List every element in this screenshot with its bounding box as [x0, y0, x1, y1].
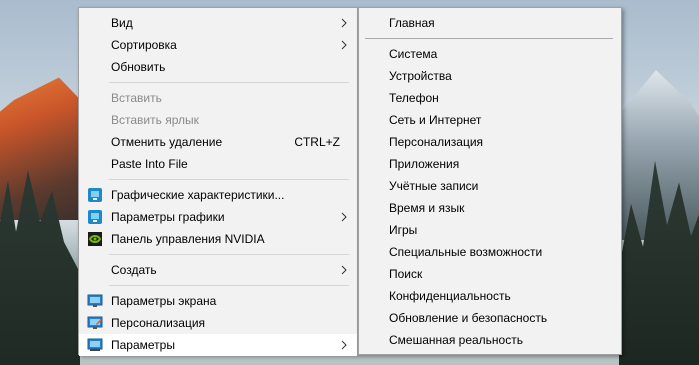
submenu-item-apps[interactable]: Приложения — [359, 153, 621, 175]
menu-item-label: Графические характеристики... — [111, 188, 285, 202]
menu-item-label: Сортировка — [111, 38, 177, 52]
submenu-item-search[interactable]: Поиск — [359, 263, 621, 285]
shortcut-hint: CTRL+Z — [294, 135, 340, 149]
menu-item-label: Параметры экрана — [111, 294, 217, 308]
submenu-item-devices[interactable]: Устройства — [359, 65, 621, 87]
menu-item-display-settings[interactable]: Параметры экрана — [79, 290, 357, 312]
personalization-icon — [87, 316, 103, 329]
submenu-item-network[interactable]: Сеть и Интернет — [359, 109, 621, 131]
chevron-right-icon — [341, 18, 347, 28]
menu-item-label: Параметры — [111, 338, 175, 352]
submenu-item-update-security[interactable]: Обновление и безопасность — [359, 307, 621, 329]
menu-item-label: Параметры графики — [111, 210, 225, 224]
menu-item-undo-delete[interactable]: Отменить удаление CTRL+Z — [79, 131, 357, 153]
menu-item-new[interactable]: Создать — [79, 259, 357, 281]
submenu-item-mixed-reality[interactable]: Смешанная реальность — [359, 329, 621, 351]
menu-item-refresh[interactable]: Обновить — [79, 56, 357, 78]
menu-item-sort[interactable]: Сортировка — [79, 34, 357, 56]
menu-item-paste-shortcut: Вставить ярлык — [79, 109, 357, 131]
menu-separator — [109, 179, 349, 180]
chevron-right-icon — [341, 212, 347, 222]
submenu-item-privacy[interactable]: Конфиденциальность — [359, 285, 621, 307]
submenu-item-accounts[interactable]: Учётные записи — [359, 175, 621, 197]
menu-separator — [109, 82, 349, 83]
menu-item-graphics-options[interactable]: Параметры графики — [79, 206, 357, 228]
menu-item-nvidia-control-panel[interactable]: Панель управления NVIDIA — [79, 228, 357, 250]
display-icon — [87, 294, 103, 307]
menu-item-label: Создать — [111, 263, 157, 277]
chevron-right-icon — [341, 340, 347, 350]
submenu-item-phone[interactable]: Телефон — [359, 87, 621, 109]
menu-item-label: Вставить — [111, 91, 162, 105]
submenu-item-home[interactable]: Главная — [359, 12, 621, 34]
submenu-item-gaming[interactable]: Игры — [359, 219, 621, 241]
menu-item-label: Панель управления NVIDIA — [111, 232, 265, 246]
menu-item-settings[interactable]: Параметры — [79, 334, 357, 356]
menu-item-view[interactable]: Вид — [79, 12, 357, 34]
submenu-item-personalization[interactable]: Персонализация — [359, 131, 621, 153]
settings-submenu: Главная Система Устройства Телефон Сеть … — [358, 7, 622, 355]
menu-item-label: Вид — [111, 16, 133, 30]
chevron-right-icon — [341, 265, 347, 275]
menu-item-personalization[interactable]: Персонализация — [79, 312, 357, 334]
menu-item-paste: Вставить — [79, 87, 357, 109]
menu-separator — [109, 285, 349, 286]
menu-item-label: Отменить удаление — [111, 135, 223, 149]
submenu-item-accessibility[interactable]: Специальные возможности — [359, 241, 621, 263]
menu-item-graphics-properties[interactable]: Графические характеристики... — [79, 184, 357, 206]
menu-item-label: Paste Into File — [111, 157, 188, 171]
menu-item-label: Персонализация — [111, 316, 206, 330]
settings-icon — [87, 338, 103, 351]
menu-item-label: Вставить ярлык — [111, 113, 199, 127]
submenu-separator — [365, 38, 613, 39]
intel-graphics-icon — [88, 210, 102, 224]
submenu-item-time-language[interactable]: Время и язык — [359, 197, 621, 219]
nvidia-icon — [88, 232, 102, 246]
menu-separator — [109, 254, 349, 255]
menu-item-paste-into-file[interactable]: Paste Into File — [79, 153, 357, 175]
desktop-context-menu: Вид Сортировка Обновить Вставить Вставит… — [78, 7, 358, 356]
intel-graphics-icon — [88, 188, 102, 202]
chevron-right-icon — [341, 40, 347, 50]
submenu-item-system[interactable]: Система — [359, 43, 621, 65]
menu-item-label: Обновить — [111, 60, 166, 74]
